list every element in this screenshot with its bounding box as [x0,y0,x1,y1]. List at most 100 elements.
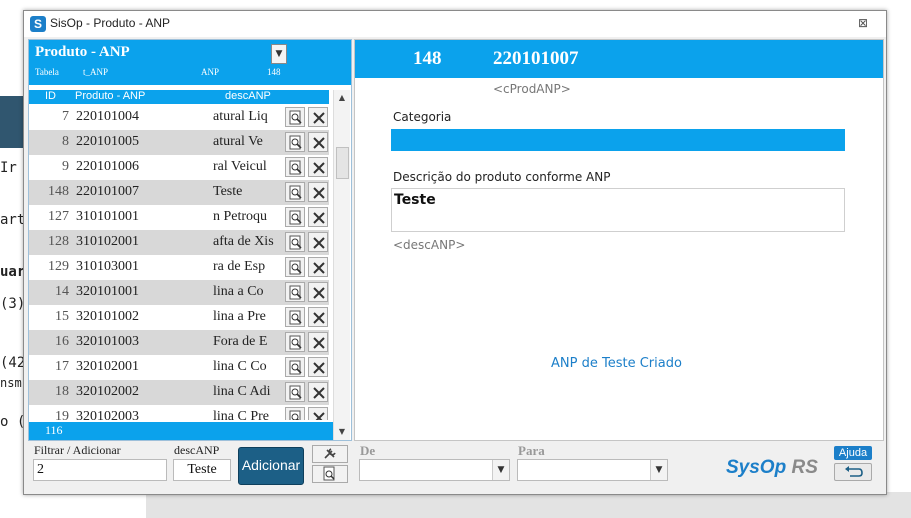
title-bar[interactable]: S SisOp - Produto - ANP ⊠ [24,11,886,37]
delete-button[interactable] [308,207,328,227]
product-list: 7 220101004 atural Liq 8 220101005 atural Ve 9… [29,105,329,420]
to-label: Para [518,443,545,458]
delete-button[interactable] [308,307,328,327]
delete-button[interactable] [308,282,328,302]
search-document-icon [289,135,302,150]
table-row[interactable]: 15 320101002 lina a Pre [29,305,329,330]
view-button[interactable] [285,307,305,327]
wrench-icon [324,448,336,459]
background-text-fragment: uar [0,264,24,280]
chevron-down-icon: ▼ [650,460,667,480]
background-window-left [0,0,24,518]
table-row[interactable]: 19 320102003 lina C Pre [29,405,329,420]
column-header-id[interactable]: ID [45,90,56,102]
help-button[interactable]: Ajuda [834,446,872,460]
scroll-thumb[interactable] [336,147,349,179]
row-code: 220101004 [76,109,139,124]
row-id: 18 [55,384,69,399]
view-button[interactable] [285,257,305,277]
record-count: 116 [45,423,63,437]
search-document-icon [289,260,302,275]
row-code: 310102001 [76,234,139,249]
background-text-fragment: (42 [0,355,24,371]
filter-input[interactable]: 2 [33,459,167,481]
view-button[interactable] [285,232,305,252]
table-row[interactable]: 9 220101006 ral Veicul [29,155,329,180]
close-icon [313,337,325,349]
delete-button[interactable] [308,157,328,177]
table-row[interactable]: 127 310101001 n Petroqu [29,205,329,230]
chevron-down-icon[interactable]: ▼ [271,44,287,64]
close-icon [313,387,325,399]
delete-button[interactable] [308,382,328,402]
row-desc: lina a Co [213,284,264,299]
table-row[interactable]: 17 320102001 lina C Co [29,355,329,380]
delete-button[interactable] [308,107,328,127]
row-id: 17 [55,359,69,374]
view-button[interactable] [285,332,305,352]
view-button[interactable] [285,132,305,152]
view-button[interactable] [285,382,305,402]
column-header-row: ID Produto - ANP descANP [29,90,329,104]
table-row[interactable]: 7 220101004 atural Liq [29,105,329,130]
table-row[interactable]: 16 320101003 Fora de E [29,330,329,355]
table-row[interactable]: 14 320101001 lina a Co [29,280,329,305]
background-text-fragment: nsm [0,376,22,390]
view-button[interactable] [285,407,305,420]
delete-button[interactable] [308,232,328,252]
row-code: 220101006 [76,159,139,174]
row-code: 320102001 [76,359,139,374]
tools-button[interactable] [312,445,348,463]
table-row[interactable]: 128 310102001 afta de Xis [29,230,329,255]
table-row[interactable]: 18 320102002 lina C Adi [29,380,329,405]
add-button[interactable]: Adicionar [238,447,304,485]
list-title: Produto - ANP [35,44,130,60]
close-icon [313,162,325,174]
scroll-up-icon[interactable]: ▲ [335,91,349,105]
delete-button[interactable] [308,182,328,202]
close-icon [313,137,325,149]
table-row[interactable]: 8 220101005 atural Ve [29,130,329,155]
row-id: 8 [62,134,69,149]
search-document-icon [289,210,302,225]
field-name: ANP [201,67,220,77]
view-button[interactable] [285,357,305,377]
to-select[interactable]: ▼ [517,459,668,481]
delete-button[interactable] [308,407,328,420]
view-button[interactable] [285,282,305,302]
row-id: 16 [55,334,69,349]
row-desc: lina a Pre [213,309,266,324]
delete-button[interactable] [308,357,328,377]
delete-button[interactable] [308,132,328,152]
list-scrollbar[interactable]: ▲ ▼ [333,90,350,440]
record-id: 148 [267,67,281,77]
delete-button[interactable] [308,257,328,277]
delete-button[interactable] [308,332,328,352]
preview-button[interactable] [312,465,348,483]
row-id: 127 [48,209,69,224]
search-document-icon [289,160,302,175]
category-field[interactable] [391,129,845,151]
row-code: 220101005 [76,134,139,149]
back-button[interactable] [834,463,872,481]
row-id: 129 [48,259,69,274]
view-button[interactable] [285,182,305,202]
background-taskbar [146,492,911,518]
table-row[interactable]: 148 220101007 Teste [29,180,329,205]
search-document-icon [289,360,302,375]
row-desc: atural Ve [213,134,263,149]
column-header-code[interactable]: Produto - ANP [75,90,145,102]
scroll-down-icon[interactable]: ▼ [335,425,349,439]
description-field[interactable]: Teste [391,188,845,232]
view-button[interactable] [285,157,305,177]
from-select[interactable]: ▼ [359,459,510,481]
close-button[interactable]: ⊠ [854,16,872,32]
desc-input[interactable]: Teste [173,459,231,481]
column-header-desc[interactable]: descANP [225,90,271,102]
row-id: 128 [48,234,69,249]
row-code: 220101007 [76,184,139,199]
description-value: Teste [394,192,436,208]
view-button[interactable] [285,107,305,127]
table-row[interactable]: 129 310103001 ra de Esp [29,255,329,280]
view-button[interactable] [285,207,305,227]
